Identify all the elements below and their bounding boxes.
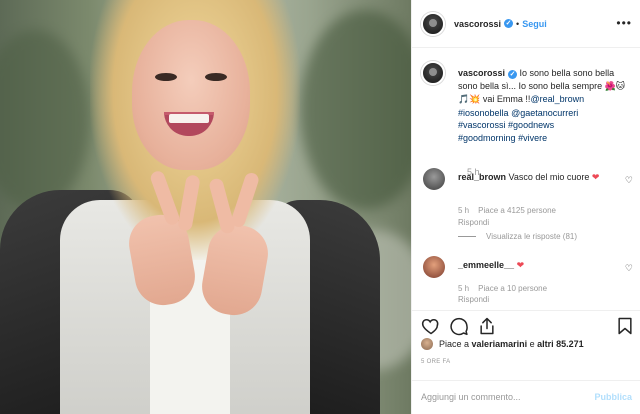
author-avatar[interactable] [421, 11, 445, 36]
comments-section[interactable]: vascorossi ✓ Io sono bella sono bella son… [412, 48, 640, 310]
commenter-avatar[interactable] [423, 256, 445, 278]
red-heart-emoji: ❤ [591, 173, 600, 183]
comment-likes[interactable]: Piace a 4125 persone [478, 206, 556, 215]
caption-username[interactable]: vascorossi [458, 68, 505, 78]
hashtag-link[interactable]: #goodnews [508, 120, 554, 130]
author-username[interactable]: vascorossi [454, 19, 501, 29]
verified-badge-icon: ✓ [504, 19, 514, 28]
comment-item: _emmeelle__ ❤ ♡ 5 h Piace a 10 persone Ri… [421, 256, 633, 310]
share-icon[interactable] [477, 316, 497, 336]
commenter-avatar[interactable] [423, 168, 445, 190]
red-heart-emoji: ❤ [516, 261, 525, 271]
mention-link[interactable]: @real_brown [530, 94, 584, 104]
caption-avatar[interactable] [421, 61, 445, 85]
comment-input[interactable] [421, 389, 591, 405]
likes-suffix: e [529, 339, 535, 349]
bookmark-icon[interactable] [615, 316, 635, 336]
comment-meta: 5 h Piace a 10 persone [458, 284, 556, 293]
publish-button[interactable]: Pubblica [594, 392, 632, 402]
likes-prefix: Piace a [439, 339, 470, 349]
verified-badge-icon: ✓ [508, 70, 518, 79]
comment-timestamp[interactable]: 5 h [458, 206, 469, 215]
hashtag-link[interactable]: #vascorossi [458, 120, 506, 130]
post-image[interactable] [0, 0, 411, 414]
post-sidebar: vascorossi ✓ • Segui ••• vascorossi ✓ Io … [411, 0, 640, 414]
commenter-username[interactable]: _emmeelle__ [458, 260, 514, 270]
comment-meta: 5 h Piace a 4125 persone [458, 206, 565, 215]
caption-body-2: vai Emma !! [480, 94, 531, 104]
caption-text: vascorossi ✓ Io sono bella sono bella son… [458, 67, 633, 144]
comment-text: real_brown Vasco del mio cuore ❤ [458, 171, 608, 184]
face [132, 20, 250, 170]
comment-likes[interactable]: Piace a 10 persone [478, 284, 547, 293]
background-foliage [0, 30, 90, 210]
hashtag-link[interactable]: #iosonobella [458, 108, 509, 118]
comment-icon[interactable] [449, 316, 469, 336]
background-foliage [300, 10, 411, 210]
reply-button[interactable]: Rispondi [458, 218, 489, 227]
commenter-username[interactable]: real_brown [458, 172, 506, 182]
view-replies-button[interactable]: Visualizza le risposte (81) [458, 232, 577, 241]
post-header: vascorossi ✓ • Segui ••• [412, 0, 640, 48]
mention-link[interactable]: @gaetanocurreri [511, 108, 578, 118]
post-timestamp[interactable]: 5 ORE FA [421, 359, 450, 365]
comment-timestamp[interactable]: 5 h [458, 284, 469, 293]
eye [155, 73, 177, 81]
eye [205, 73, 227, 81]
more-options-icon[interactable]: ••• [616, 17, 632, 29]
likes-others[interactable]: altri 85.271 [537, 339, 584, 349]
comment-item: real_brown Vasco del mio cuore ❤ ♡ 5 h Pi… [421, 168, 633, 228]
likes-summary[interactable]: Piace a valeriamarini e altri 85.271 [421, 338, 584, 350]
replies-line [458, 236, 476, 237]
add-comment-bar: Pubblica [412, 380, 640, 414]
like-comment-heart-icon[interactable]: ♡ [625, 176, 633, 186]
comment-text: _emmeelle__ ❤ [458, 259, 608, 272]
hashtag-link[interactable]: #goodmorning [458, 133, 516, 143]
heart-icon[interactable] [421, 316, 441, 336]
separator-dot: • [516, 18, 520, 29]
liker-username[interactable]: valeriamarini [472, 339, 528, 349]
follow-button[interactable]: Segui [522, 19, 547, 29]
view-replies-label[interactable]: Visualizza le risposte (81) [486, 232, 577, 241]
action-bar [412, 310, 640, 338]
hashtag-link[interactable]: #vivere [518, 133, 547, 143]
liker-avatar [421, 338, 433, 350]
like-comment-heart-icon[interactable]: ♡ [625, 264, 633, 274]
reply-button[interactable]: Rispondi [458, 295, 489, 304]
comment-body: Vasco del mio cuore [506, 172, 592, 182]
teeth [169, 114, 209, 123]
